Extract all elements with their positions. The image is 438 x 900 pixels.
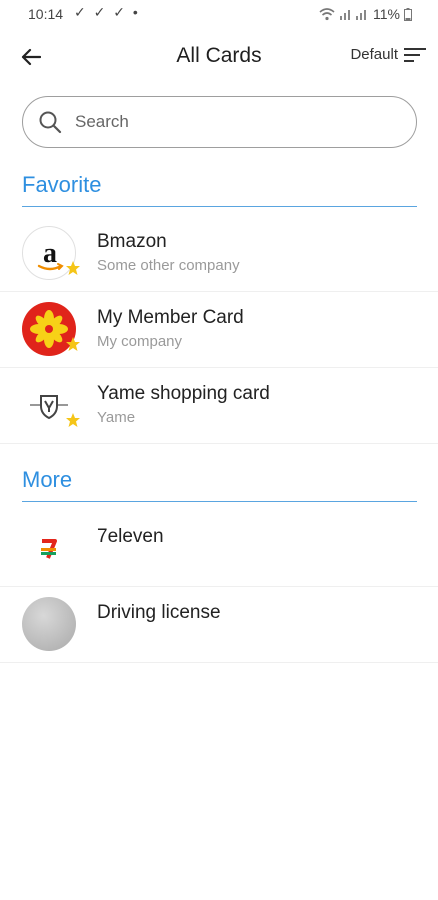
card-row-yame-shopping-card[interactable]: Yame shopping card Yame (0, 368, 438, 444)
search-box[interactable] (22, 96, 417, 148)
section-header-more: More (22, 462, 417, 502)
battery-percent: 11% (373, 6, 400, 22)
notification-icons: ✓ ✓ ✓ • (74, 4, 140, 20)
battery-icon (404, 7, 412, 21)
signal-icon (340, 10, 367, 20)
section-title-more: More (22, 467, 73, 492)
status-bar: 10:14 ✓ ✓ ✓ • 11% (0, 0, 438, 28)
favorite-star-icon (66, 261, 80, 275)
card-name: Driving license (97, 602, 221, 623)
wifi-icon (319, 8, 335, 21)
status-right: 11% (319, 6, 412, 22)
svg-text:a: a (43, 238, 57, 269)
sort-icon (404, 47, 426, 62)
card-company: Yame (97, 409, 136, 426)
favorite-star-icon (66, 413, 80, 427)
card-row-driving-license[interactable]: Driving license (0, 587, 438, 663)
sort-label: Default (350, 46, 398, 63)
card-row-bmazon[interactable]: a Bmazon Some other company (0, 216, 438, 292)
card-row-7eleven[interactable]: 7eleven (0, 511, 438, 587)
card-name: Yame shopping card (97, 383, 270, 404)
card-name: Bmazon (97, 231, 167, 252)
favorite-star-icon (66, 337, 80, 351)
card-company: Some other company (97, 257, 240, 274)
app-bar: All Cards Default (0, 36, 438, 76)
search-icon (39, 111, 62, 134)
card-row-my-member-card[interactable]: My Member Card My company (0, 292, 438, 368)
search-input[interactable] (75, 112, 375, 132)
seven-eleven-icon (22, 521, 76, 575)
sort-button[interactable]: Default (350, 46, 426, 63)
gray-circle-icon (22, 597, 76, 651)
card-company: My company (97, 333, 183, 350)
section-header-favorite: Favorite (22, 167, 417, 207)
card-name: 7eleven (97, 526, 164, 547)
card-name: My Member Card (97, 307, 244, 328)
status-time: 10:14 (28, 6, 64, 22)
section-title-favorite: Favorite (22, 172, 102, 197)
